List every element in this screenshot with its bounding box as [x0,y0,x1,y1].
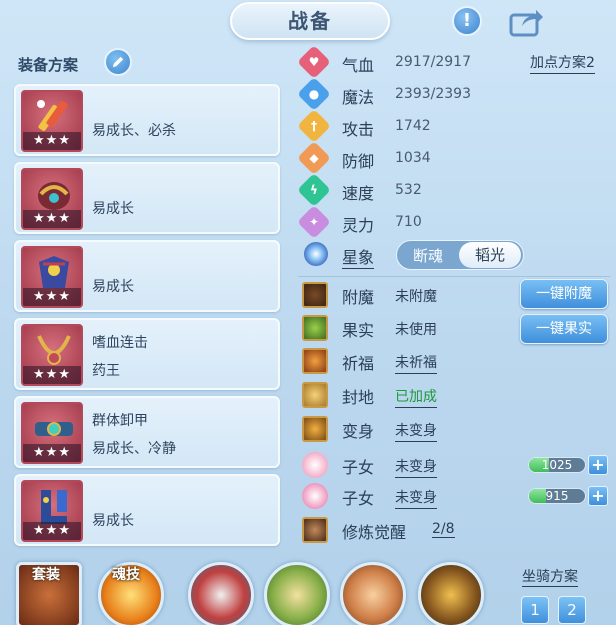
armor-icon: ★★★ [21,246,83,308]
equipment-slot-3[interactable]: ★★★ 易成长 [14,240,280,312]
share-icon[interactable] [508,6,544,38]
weapon-icon: ★★★ [21,90,83,152]
star-icon [304,242,328,266]
stat-spirit: ✦ 灵力 710 [297,205,510,239]
blessing-icon [302,348,328,374]
page-title: 战备 [230,2,390,40]
divider [298,276,610,277]
blessing-row: 祈福 未祈福 [300,346,610,376]
necklace-icon: ★★★ [21,324,83,386]
sword-icon: † [297,109,331,143]
constellation-toggle[interactable]: 断魂 韬光 [396,240,524,270]
transform-icon [302,416,328,442]
skill-blade-icon[interactable] [188,562,254,625]
equipment-plan-title: 装备方案 [18,56,79,74]
shield-icon: ◆ [297,141,331,175]
child-icon [302,452,328,478]
constellation-label[interactable]: 星象 [342,244,375,269]
suit-label: 套装 [32,567,60,583]
one-click-fruit-button[interactable]: 一键果实 [520,314,608,344]
edit-icon[interactable] [104,48,132,76]
mana-icon: ● [297,77,331,111]
equipment-traits: 易成长 [92,513,134,529]
mount-plan-2-button[interactable]: 2 [558,596,586,624]
info-icon[interactable]: ! [452,6,482,36]
mount-plan-1-button[interactable]: 1 [521,596,549,624]
child-2-add-button[interactable]: + [588,486,608,506]
fengdi-row: 封地 已加成 [300,380,610,410]
constellation-row: 星象 断魂 韬光 [300,240,600,270]
attribute-plan-link[interactable]: 加点方案2 [530,52,595,74]
one-click-enchant-button[interactable]: 一键附魔 [520,279,608,309]
equipment-slot-2[interactable]: ★★★ 易成长 [14,162,280,234]
soul-skill-label: 魂技 [112,567,140,583]
child-1-progress: 1025 [528,457,586,473]
transform-row: 变身 未变身 [300,414,610,444]
enchant-icon [302,282,328,308]
belt-icon: ★★★ [21,402,83,464]
cultivation-row: 修炼觉醒 2/8 [300,515,610,545]
heart-icon: ♥ [297,45,331,79]
skill-fist-icon[interactable] [340,562,406,625]
stat-speed: ϟ 速度 532 [297,173,510,207]
equipment-traits: 易成长 [92,279,134,295]
equipment-slot-5[interactable]: ★★★ 群体卸甲 易成长、冷静 [14,396,280,468]
equipment-slot-4[interactable]: ★★★ 嗜血连击 药王 [14,318,280,390]
toggle-option-taoguang[interactable]: 韬光 [459,242,521,268]
equipment-traits: 易成长、冷静 [92,441,176,457]
scroll-icon [302,382,328,408]
skill-vine-icon[interactable] [264,562,330,625]
cultivation-icon [302,517,328,543]
child-1-add-button[interactable]: + [588,455,608,475]
equipment-slot-6[interactable]: ★★★ 易成长 [14,474,280,546]
equipment-traits: 易成长 [92,201,134,217]
speed-icon: ϟ [297,173,331,207]
stat-defense: ◆ 防御 1034 [297,141,510,175]
equipment-traits: 药王 [92,363,120,379]
equipment-skill: 嗜血连击 [92,335,148,351]
stat-attack: † 攻击 1742 [297,109,510,143]
toggle-option-duanhun[interactable]: 断魂 [413,245,443,266]
stat-mp: ● 魔法 2393/2393 [297,77,510,111]
fruit-icon [302,315,328,341]
equipment-traits: 易成长、必杀 [92,123,176,139]
lotus-icon [302,483,328,509]
spirit-icon: ✦ [297,205,331,239]
child-2-progress: 915 [528,488,586,504]
skill-warrior-icon[interactable] [418,562,484,625]
stat-hp: ♥ 气血 2917/2917 [297,45,510,79]
equipment-skill: 群体卸甲 [92,413,148,429]
equipment-slot-1[interactable]: ★★★ 易成长、必杀 [14,84,280,156]
boots-icon: ★★★ [21,480,83,542]
mount-plan-title[interactable]: 坐骑方案 [522,566,578,587]
helmet-icon: ★★★ [21,168,83,230]
